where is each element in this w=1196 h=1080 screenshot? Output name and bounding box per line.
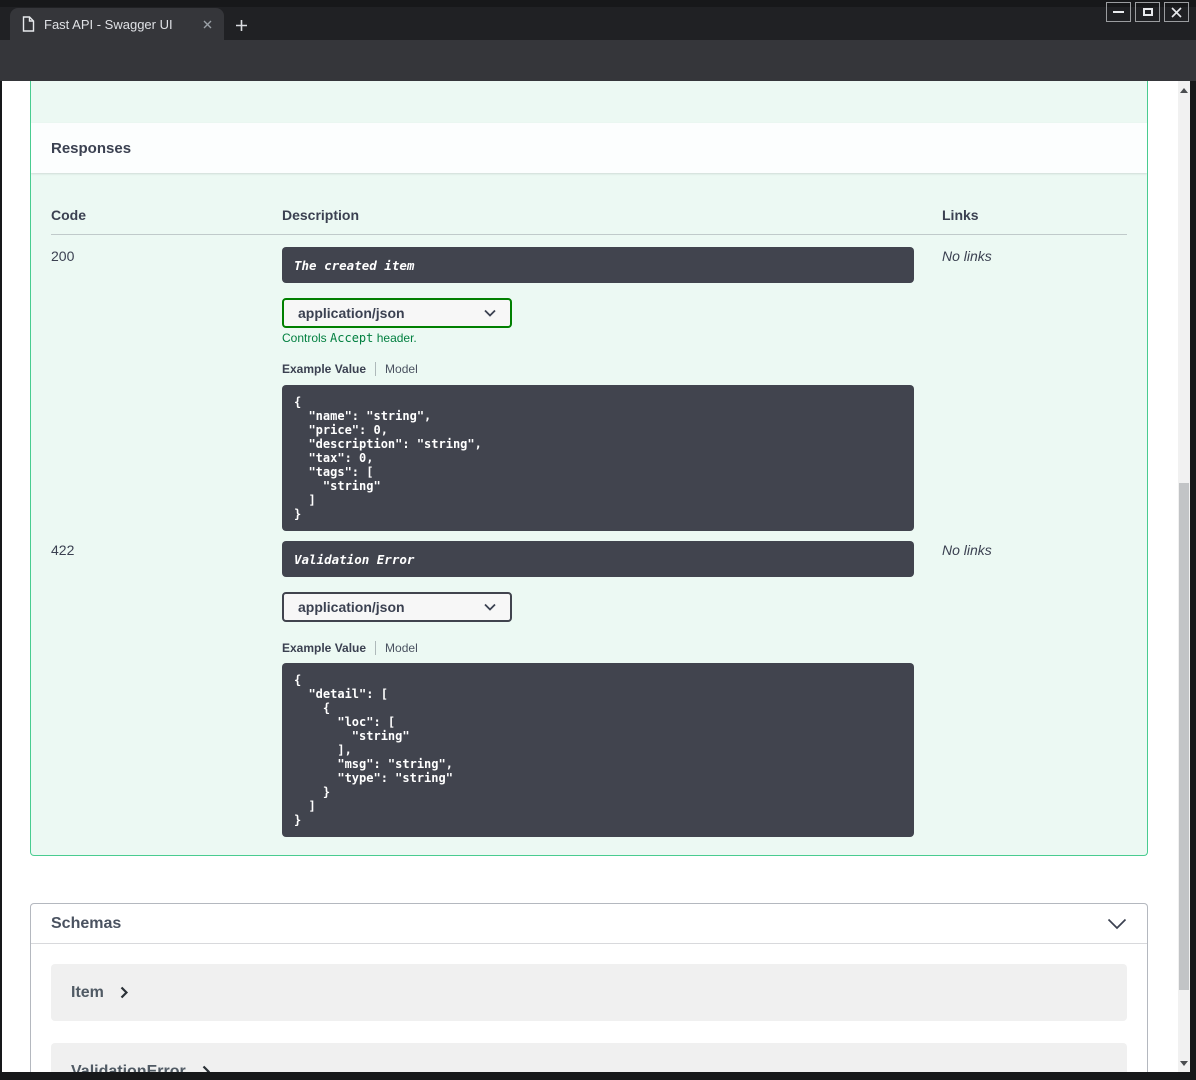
chevron-down-icon <box>484 309 496 317</box>
column-header-code: Code <box>51 207 86 223</box>
media-type-value: application/json <box>298 305 405 321</box>
minimize-icon <box>1113 11 1124 13</box>
response-row-422: 422 Validation Error application/json Ex… <box>51 531 1127 837</box>
links-value: No links <box>942 542 992 558</box>
browser-tab[interactable]: Fast API - Swagger UI <box>10 8 224 40</box>
accept-header-note: Controls Accept header. <box>282 331 417 345</box>
tab-close-button[interactable] <box>198 15 216 33</box>
media-type-select[interactable]: application/json <box>282 298 512 328</box>
window-titlebar: Fast API - Swagger UI <box>0 0 1196 40</box>
schemas-section: Schemas Item ValidationError <box>30 903 1148 1072</box>
column-header-description: Description <box>282 207 360 223</box>
window-top-border <box>0 0 1196 7</box>
example-json-200: { "name": "string", "price": 0, "descrip… <box>282 385 914 531</box>
scroll-down-icon <box>1180 1060 1188 1066</box>
window-border-bottom <box>0 1072 1196 1080</box>
tab-divider <box>375 641 377 655</box>
tab-model[interactable]: Model <box>385 362 418 376</box>
response-code: 200 <box>51 248 75 264</box>
response-description: The created item <box>282 247 914 283</box>
response-description: Validation Error <box>282 541 914 577</box>
window-close-button[interactable] <box>1164 2 1189 22</box>
scroll-down-button[interactable] <box>1178 1056 1190 1070</box>
minimize-button[interactable] <box>1106 2 1131 22</box>
plus-icon <box>235 19 247 31</box>
example-json-422: { "detail": [ { "loc": [ "string" ], "ms… <box>282 663 914 837</box>
new-tab-button[interactable] <box>228 12 254 38</box>
scrollbar-thumb[interactable] <box>1179 483 1189 990</box>
schemas-list: Item ValidationError <box>31 944 1147 1072</box>
window-border-left <box>0 81 2 1080</box>
scrollbar[interactable] <box>1178 81 1190 1072</box>
tab-example-value[interactable]: Example Value <box>282 641 366 655</box>
browser-toolbar: 127.0.0.1:8000/docs <box>0 40 1196 115</box>
chevron-right-icon <box>202 1065 210 1072</box>
schemas-header[interactable]: Schemas <box>31 904 1147 944</box>
window-border-right <box>1190 81 1196 1080</box>
tab-divider <box>375 362 377 376</box>
tab-example-value[interactable]: Example Value <box>282 362 366 376</box>
media-type-select[interactable]: application/json <box>282 592 512 622</box>
scroll-up-button[interactable] <box>1178 83 1190 97</box>
post-opblock: Responses Code Description Links 200 The… <box>30 81 1148 856</box>
links-value: No links <box>942 248 992 264</box>
responses-table: Code Description Links 200 The created i… <box>31 173 1147 837</box>
maximize-button[interactable] <box>1135 2 1160 22</box>
media-type-value: application/json <box>298 599 405 615</box>
document-favicon-icon <box>22 16 35 32</box>
tab-model[interactable]: Model <box>385 641 418 655</box>
model-name: Item <box>71 983 104 1001</box>
response-row-200: 200 The created item application/json Co… <box>51 235 1127 531</box>
column-header-links: Links <box>942 207 979 223</box>
responses-title: Responses <box>51 139 132 157</box>
schemas-title: Schemas <box>51 914 122 932</box>
chevron-right-icon <box>120 986 128 999</box>
response-code: 422 <box>51 542 75 558</box>
responses-section-header: Responses <box>31 123 1147 173</box>
model-item[interactable]: Item <box>51 964 1127 1021</box>
close-icon <box>203 20 211 28</box>
maximize-icon <box>1142 8 1153 16</box>
chevron-down-icon <box>484 603 496 611</box>
close-icon <box>1171 6 1182 18</box>
scroll-up-icon <box>1180 87 1188 93</box>
responses-table-header: Code Description Links <box>51 173 1127 235</box>
page-content: Responses Code Description Links 200 The… <box>2 81 1178 1072</box>
model-name: ValidationError <box>71 1062 186 1073</box>
model-validationerror[interactable]: ValidationError <box>51 1043 1127 1072</box>
tab-title: Fast API - Swagger UI <box>44 16 173 32</box>
chevron-down-icon[interactable] <box>1107 918 1127 930</box>
